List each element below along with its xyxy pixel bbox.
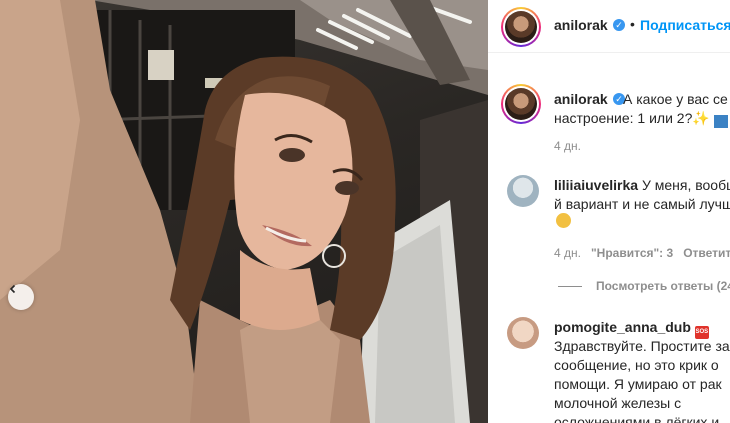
comment-1-text: liliiaiuvelirka У меня, вообщ <box>554 176 730 195</box>
caption-text: А какое у вас се настроение: 1 или 2?✨ ⬅ <box>554 90 730 128</box>
follow-button[interactable]: Подписаться <box>640 17 730 33</box>
comment-avatar[interactable] <box>507 175 539 207</box>
comment-1-meta: 4 дн. "Нравится": 3 Ответит <box>554 246 730 260</box>
post-header: anilorak ✓ • Подписаться <box>488 0 730 53</box>
post-sidebar: anilorak ✓ • Подписаться anilorak ✓ А ка… <box>488 0 730 423</box>
selfie-image <box>0 0 488 423</box>
view-replies-button[interactable]: Посмотреть ответы (24 <box>558 279 730 293</box>
left-arrow-emoji: ⬅ <box>713 115 728 128</box>
post-photo <box>0 0 488 423</box>
comment-1-timestamp[interactable]: 4 дн. <box>554 246 581 260</box>
comment-2-header: pomogite_anna_dub SOS <box>554 318 730 339</box>
caption-timestamp[interactable]: 4 дн. <box>554 139 581 153</box>
comment-1-username[interactable]: liliiaiuvelirka <box>554 177 638 193</box>
header-separator: • <box>630 16 635 32</box>
caption-avatar[interactable] <box>505 88 537 120</box>
comment-2-text: Здравствуйте. Простите за сообщение, но … <box>554 338 730 423</box>
comment-1-likes[interactable]: "Нравится": 3 <box>591 246 673 260</box>
previous-photo-button[interactable] <box>8 284 34 310</box>
comment-2-username[interactable]: pomogite_anna_dub <box>554 319 691 335</box>
view-replies-label[interactable]: Посмотреть ответы (24 <box>596 279 730 293</box>
header-username[interactable]: anilorak <box>554 17 608 33</box>
comment-avatar[interactable] <box>507 317 539 349</box>
comment-1-line2: й вариант и не самый лучш <box>554 196 730 212</box>
comment-1-reply-button[interactable]: Ответит <box>683 246 730 260</box>
verified-badge-icon: ✓ <box>613 19 625 31</box>
comment-1-line1: У меня, вообщ <box>641 177 730 193</box>
sad-face-emoji <box>556 213 571 233</box>
replies-divider <box>558 286 582 288</box>
sparkles-emoji: ✨ <box>692 110 710 126</box>
author-avatar[interactable] <box>505 11 537 43</box>
